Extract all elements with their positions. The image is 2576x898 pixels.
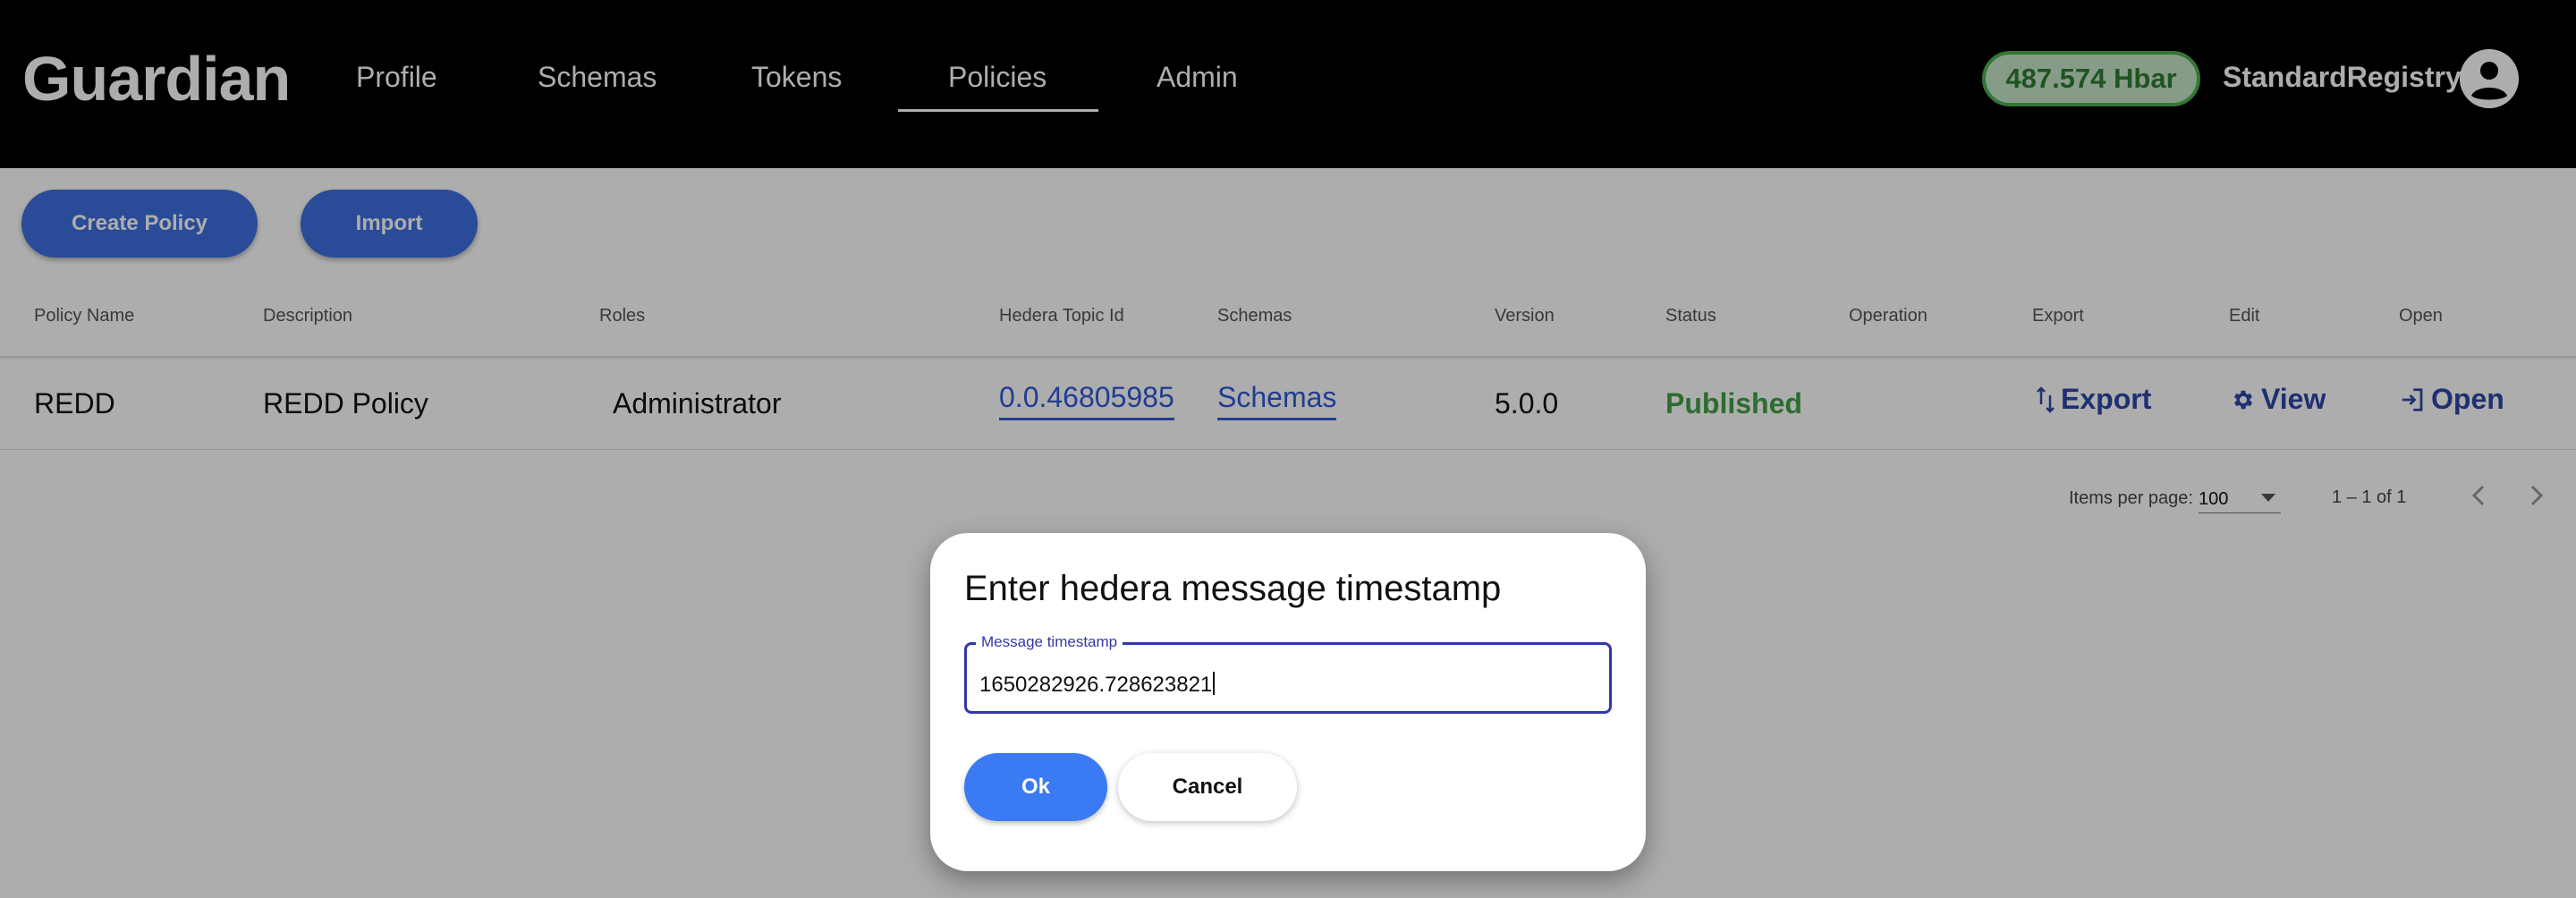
ok-button[interactable]: Ok [964, 753, 1107, 821]
message-timestamp-label: Message timestamp [976, 633, 1123, 651]
cancel-button[interactable]: Cancel [1118, 753, 1297, 821]
message-timestamp-input[interactable]: 1650282926.728623821 [979, 672, 1215, 698]
dialog-title: Enter hedera message timestamp [964, 569, 1502, 608]
message-timestamp-field[interactable]: Message timestamp 1650282926.728623821 [964, 633, 1612, 714]
page: Guardian Profile Schemas Tokens Policies… [0, 0, 2576, 898]
timestamp-dialog: Enter hedera message timestamp Message t… [930, 533, 1646, 871]
